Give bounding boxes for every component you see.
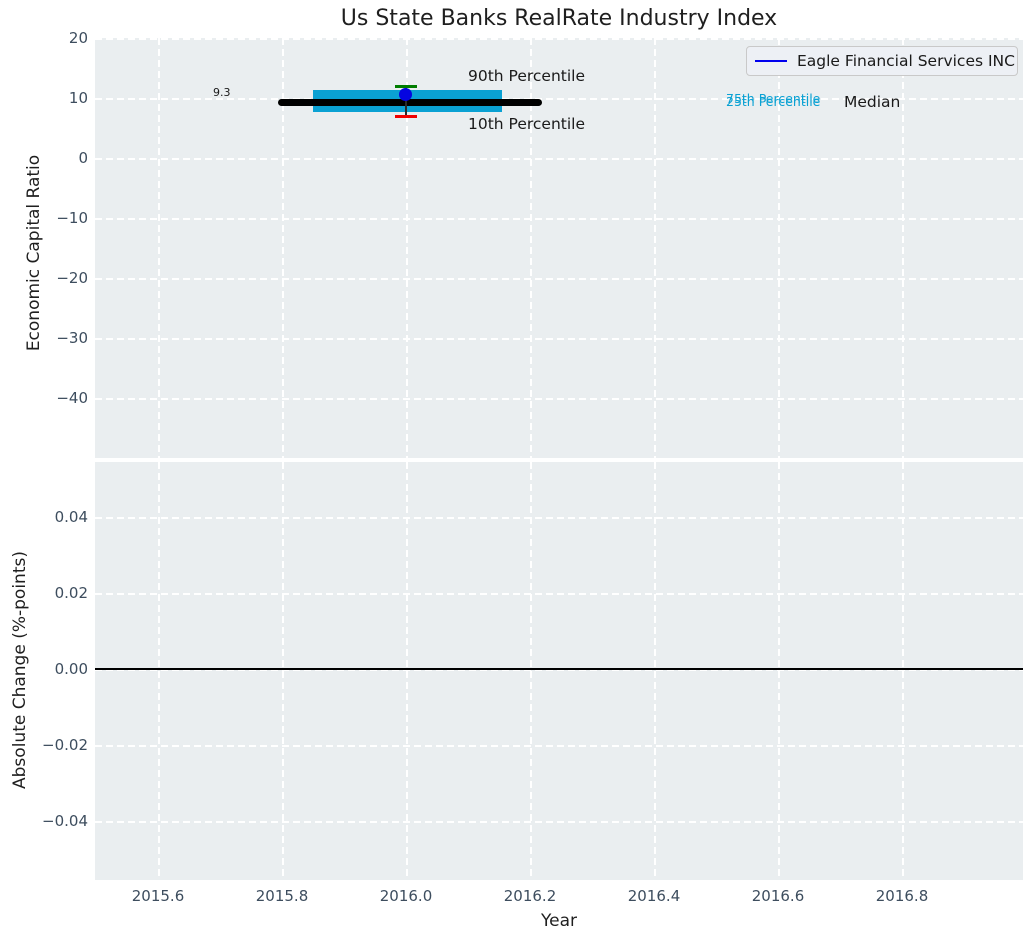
y-tick-label: 0.00 (54, 660, 88, 678)
gridline (95, 218, 1023, 220)
y-tick-label: −40 (56, 389, 88, 407)
gridline (95, 338, 1023, 340)
legend-line-sample (755, 59, 787, 63)
eagle-data-point (399, 88, 412, 101)
y-tick-label: 0.02 (54, 584, 88, 602)
x-tick-label: 2016.8 (875, 887, 929, 905)
chart-title: Us State Banks RealRate Industry Index (340, 6, 778, 31)
x-tick-label: 2016.6 (751, 887, 805, 905)
x-tick-label: 2016.2 (503, 887, 557, 905)
p10-tick-marker (395, 114, 417, 118)
gridline (95, 517, 1023, 519)
legend-label: Eagle Financial Services INC (797, 52, 1015, 70)
gridline (95, 398, 1023, 400)
annotation-median-value: 9.3 (213, 86, 231, 99)
x-axis-label: Year (541, 911, 577, 931)
zero-change-line (95, 668, 1023, 671)
gridline (95, 593, 1023, 595)
legend: Eagle Financial Services INC (746, 46, 1018, 76)
y-tick-label: −0.02 (42, 736, 88, 754)
figure: Us State Banks RealRate Industry Index 9… (0, 0, 1034, 942)
x-tick-label: 2015.6 (131, 887, 185, 905)
x-tick-label: 2015.8 (255, 887, 309, 905)
x-tick-label: 2016.0 (379, 887, 433, 905)
bottom-plot-area (95, 462, 1023, 880)
gridline (654, 462, 656, 880)
y-axis-label-bottom: Absolute Change (%-points) (10, 551, 30, 789)
annotation-10th-percentile: 10th Percentile (468, 115, 586, 133)
gridline (158, 462, 160, 880)
y-tick-label: 10 (68, 89, 88, 107)
annotation-median: Median (844, 93, 901, 111)
y-axis-label-top: Economic Capital Ratio (24, 154, 44, 352)
gridline (95, 745, 1023, 747)
y-tick-label: 20 (68, 29, 88, 47)
y-tick-label: −0.04 (42, 812, 88, 830)
gridline (95, 38, 1023, 40)
annotation-25th-percentile: 25th Percentile (726, 93, 821, 109)
gridline (158, 38, 160, 458)
median-line (278, 99, 542, 106)
gridline (778, 462, 780, 880)
gridline (95, 158, 1023, 160)
gridline (95, 821, 1023, 823)
gridline (95, 278, 1023, 280)
gridline (902, 38, 904, 458)
y-tick-label: −30 (56, 329, 88, 347)
y-tick-label: −20 (56, 269, 88, 287)
gridline (654, 38, 656, 458)
x-tick-label: 2016.4 (627, 887, 681, 905)
annotation-90th-percentile: 90th Percentile (468, 67, 586, 85)
gridline (902, 462, 904, 880)
y-tick-label: −10 (56, 209, 88, 227)
top-plot-area: 90th Percentile 10th Percentile 9.3 75th… (95, 38, 1023, 458)
y-tick-label: 0 (78, 149, 88, 167)
gridline (406, 462, 408, 880)
gridline (530, 462, 532, 880)
gridline (282, 462, 284, 880)
y-tick-label: 0.04 (54, 508, 88, 526)
